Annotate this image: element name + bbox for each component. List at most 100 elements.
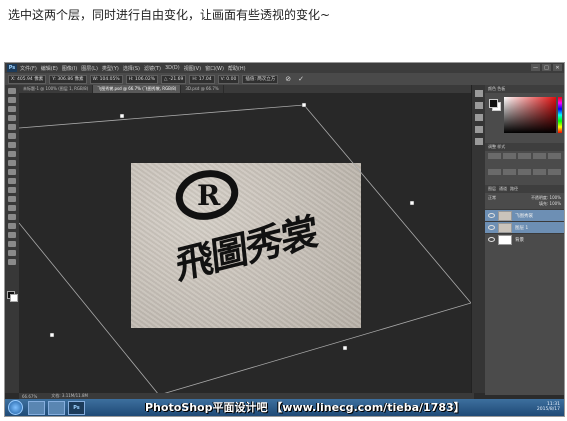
- window-controls: — □ ✕: [531, 64, 562, 71]
- cancel-transform-icon[interactable]: ⊘: [285, 75, 291, 83]
- menu-select[interactable]: 选择(S): [123, 65, 140, 72]
- minimize-button[interactable]: —: [531, 64, 540, 71]
- gradient-tool-icon[interactable]: [8, 187, 16, 193]
- layer-thumbnail: [498, 222, 512, 233]
- history-brush-tool-icon[interactable]: [8, 169, 16, 175]
- tab-paths[interactable]: 路径: [510, 186, 518, 192]
- channel-mixer-icon[interactable]: [548, 169, 561, 175]
- commit-transform-icon[interactable]: ✓: [298, 75, 304, 83]
- healing-tool-icon[interactable]: [8, 142, 16, 148]
- close-button[interactable]: ✕: [553, 64, 562, 71]
- x-field[interactable]: X: 405.94 像素: [8, 74, 47, 84]
- properties-panel-icon[interactable]: [475, 102, 483, 109]
- layer-row[interactable]: 图层 1: [485, 221, 564, 233]
- eye-icon[interactable]: [488, 213, 495, 218]
- transform-handle[interactable]: [119, 113, 125, 119]
- hue-saturation-icon[interactable]: [488, 169, 501, 175]
- system-clock[interactable]: 11:31 2015/8/17: [537, 402, 560, 412]
- menu-window[interactable]: 窗口(W): [205, 65, 224, 72]
- background-color-swatch[interactable]: [10, 294, 18, 302]
- free-transform-box[interactable]: [19, 93, 471, 395]
- tab-feitu[interactable]: 飞图秀裳.psd @ 66.7% (飞图秀裳, RGB/8): [93, 85, 182, 93]
- menu-layer[interactable]: 图层(L): [81, 65, 98, 72]
- character-panel-icon[interactable]: [475, 114, 483, 121]
- hand-tool-icon[interactable]: [8, 250, 16, 256]
- start-button-icon[interactable]: [8, 400, 23, 415]
- eye-icon[interactable]: [488, 237, 495, 242]
- skew-h-field[interactable]: H: 17.04: [189, 74, 215, 84]
- menu-3d[interactable]: 3D(D): [165, 65, 180, 71]
- height-field[interactable]: H: 106.02%: [125, 74, 159, 84]
- menu-image[interactable]: 图像(I): [62, 65, 77, 72]
- transform-handle[interactable]: [409, 200, 415, 206]
- y-field[interactable]: Y: 306.86 像素: [49, 74, 87, 84]
- tab-3d[interactable]: 3D.psd @ 66.7%: [181, 85, 224, 93]
- vibrance-icon[interactable]: [548, 153, 561, 159]
- history-panel-icon[interactable]: [475, 90, 483, 97]
- menu-type[interactable]: 类型(Y): [102, 65, 119, 72]
- ie-taskbar-icon[interactable]: [28, 400, 45, 415]
- color-field[interactable]: [504, 97, 556, 133]
- menu-edit[interactable]: 编辑(E): [41, 65, 58, 72]
- skew-v-field[interactable]: V: 0.00: [217, 74, 240, 84]
- menu-filter[interactable]: 滤镜(T): [144, 65, 161, 72]
- panel-dock-icons: [471, 85, 486, 393]
- layer-row[interactable]: 飞图秀裳: [485, 209, 564, 221]
- angle-field[interactable]: △ -21.69: [161, 74, 187, 84]
- color-panel-header[interactable]: 颜色 色板: [485, 85, 564, 93]
- eye-icon[interactable]: [488, 225, 495, 230]
- transform-handle[interactable]: [301, 102, 307, 108]
- tab-channels[interactable]: 通道: [499, 186, 507, 192]
- menu-view[interactable]: 视图(V): [184, 65, 201, 72]
- fill-field[interactable]: 填充: 100%: [539, 201, 561, 207]
- windows-taskbar: Ps PhotoShop平面设计吧 【www.linecg.com/tieba/…: [5, 399, 564, 416]
- adjustments-panel-header[interactable]: 调整 样式: [485, 143, 564, 151]
- stamp-tool-icon[interactable]: [8, 160, 16, 166]
- black-white-icon[interactable]: [518, 169, 531, 175]
- zoom-tool-icon[interactable]: [8, 259, 16, 265]
- brush-panel-icon[interactable]: [475, 138, 483, 145]
- brightness-icon[interactable]: [488, 153, 501, 159]
- move-tool-icon[interactable]: [8, 88, 16, 94]
- levels-icon[interactable]: [503, 153, 516, 159]
- foreground-swatch[interactable]: [489, 99, 498, 108]
- watermark-text: PhotoShop平面设计吧 【www.linecg.com/tieba/178…: [145, 401, 465, 414]
- tab-layers[interactable]: 图层: [488, 186, 496, 192]
- crop-tool-icon[interactable]: [8, 124, 16, 130]
- color-balance-icon[interactable]: [503, 169, 516, 175]
- right-panels: 颜色 色板 调整 样式 图层 通道 路径 正常 不透明度: 100% 填充: 1…: [485, 85, 564, 395]
- exposure-icon[interactable]: [533, 153, 546, 159]
- photoshop-logo-icon: Ps: [7, 64, 17, 72]
- maximize-button[interactable]: □: [542, 64, 551, 71]
- layer-row[interactable]: 背景: [485, 233, 564, 245]
- layers-panel-tabs: 图层 通道 路径: [485, 185, 564, 193]
- shape-tool-icon[interactable]: [8, 241, 16, 247]
- tab-untitled[interactable]: 未标题-1 @ 100% (图层 1, RGB/8): [19, 85, 94, 93]
- brush-tool-icon[interactable]: [8, 151, 16, 157]
- photo-filter-icon[interactable]: [533, 169, 546, 175]
- photoshop-taskbar-icon[interactable]: Ps: [68, 400, 85, 415]
- explorer-taskbar-icon[interactable]: [48, 400, 65, 415]
- eraser-tool-icon[interactable]: [8, 178, 16, 184]
- width-field[interactable]: W: 104.05%: [89, 74, 123, 84]
- eyedropper-tool-icon[interactable]: [8, 133, 16, 139]
- marquee-tool-icon[interactable]: [8, 97, 16, 103]
- dodge-tool-icon[interactable]: [8, 205, 16, 211]
- interpolation-select[interactable]: 插值: 两次立方: [242, 74, 279, 84]
- zoom-level[interactable]: 66.67%: [22, 394, 37, 399]
- quick-select-tool-icon[interactable]: [8, 115, 16, 121]
- pen-tool-icon[interactable]: [8, 214, 16, 220]
- menu-file[interactable]: 文件(F): [20, 65, 37, 72]
- lasso-tool-icon[interactable]: [8, 106, 16, 112]
- path-select-tool-icon[interactable]: [8, 232, 16, 238]
- blend-mode-select[interactable]: 正常: [488, 195, 496, 201]
- transform-handle[interactable]: [49, 332, 55, 338]
- blur-tool-icon[interactable]: [8, 196, 16, 202]
- paragraph-panel-icon[interactable]: [475, 126, 483, 133]
- transform-handle[interactable]: [342, 345, 348, 351]
- curves-icon[interactable]: [518, 153, 531, 159]
- canvas-area[interactable]: R 飛圖秀裳: [19, 93, 471, 395]
- hue-slider[interactable]: [558, 97, 562, 133]
- type-tool-icon[interactable]: [8, 223, 16, 229]
- menu-help[interactable]: 帮助(H): [228, 65, 246, 72]
